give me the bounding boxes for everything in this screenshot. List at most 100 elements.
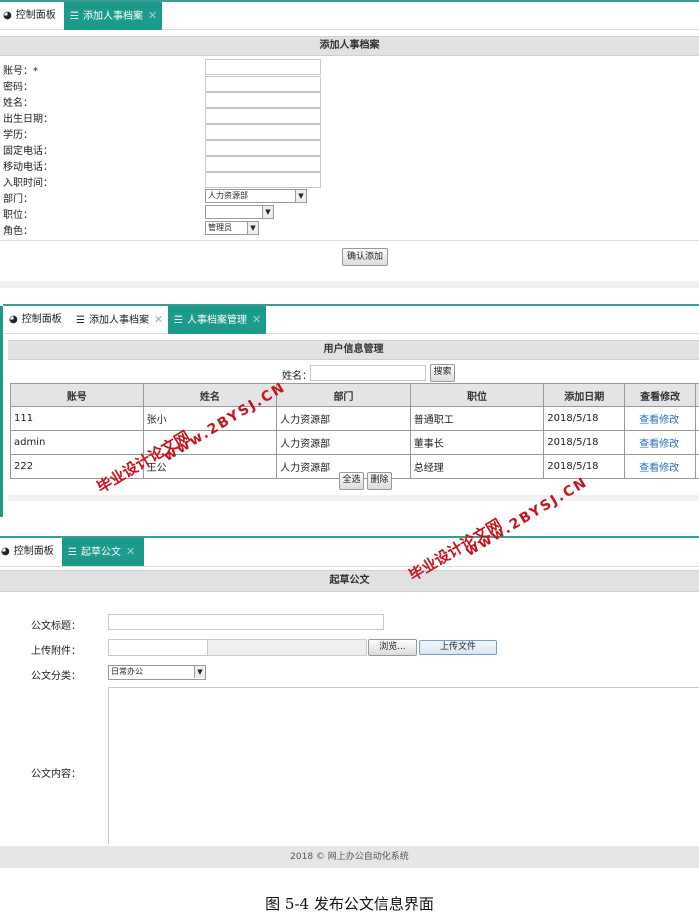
column-header: 查看修改 (624, 383, 696, 407)
select-all-button[interactable]: 全选 (339, 472, 364, 490)
panel1-header: 添加人事档案 (0, 36, 699, 56)
delete-button[interactable]: 删除 (367, 472, 392, 490)
search-label: 姓名： (282, 371, 312, 382)
hire-input[interactable] (205, 172, 321, 188)
account-input[interactable] (205, 59, 321, 75)
tab-add-personnel-label: 添加人事档案 (88, 315, 149, 326)
list-icon: ☰ (76, 315, 85, 326)
role-label: 角色： (3, 226, 33, 237)
doc-title-label: 公文标题： (31, 621, 81, 632)
divider (0, 240, 699, 241)
table-row: 111 张小 人力资源部 普通职工 2018/5/18 查看修改 (10, 406, 699, 431)
confirm-add-button[interactable]: 确认添加 (342, 248, 388, 266)
list-icon: ☰ (68, 547, 77, 558)
panel2-header: 用户信息管理 (8, 340, 699, 360)
password-input[interactable] (205, 76, 321, 92)
view-edit-link[interactable]: 查看修改 (624, 406, 696, 431)
attachment-file-area (208, 639, 367, 656)
panel3-tabbar: ◕ 控制面板 ☰ 起草公文 ✕ (0, 536, 699, 567)
hire-label: 入职时间： (3, 178, 53, 189)
phone-input[interactable] (205, 140, 321, 156)
browse-button[interactable]: 浏览... (368, 639, 417, 656)
dept-label: 部门： (3, 194, 33, 205)
dashboard-icon: ◕ (3, 10, 12, 21)
account-label: 账号：* (3, 66, 38, 77)
tab-dashboard[interactable]: ◕ 控制面板 (1, 538, 54, 566)
close-icon[interactable]: ✕ (154, 313, 163, 326)
view-edit-link[interactable]: 查看修改 (624, 430, 696, 455)
cell-date: 2018/5/18 (543, 430, 626, 455)
tab-draft-document[interactable]: ☰ 起草公文 ✕ (62, 538, 144, 566)
cell-extra (695, 454, 699, 479)
list-icon: ☰ (174, 315, 183, 326)
category-label: 公文分类： (31, 671, 81, 682)
column-header: 添加日期 (543, 383, 626, 407)
tab-personnel-management[interactable]: ☰ 人事档案管理 ✕ (168, 306, 266, 334)
education-input[interactable] (205, 124, 321, 140)
position-label: 职位： (3, 210, 33, 221)
content-textarea[interactable] (108, 687, 699, 844)
column-header: 部门 (276, 383, 411, 407)
column-header: 账号 (10, 383, 144, 407)
doc-title-input[interactable] (108, 614, 384, 630)
name-label: 姓名： (3, 98, 33, 109)
dept-select[interactable]: 人力资源部 ▼ (205, 189, 307, 203)
education-label: 学历： (3, 130, 33, 141)
tab-draft-document-label: 起草公文 (80, 547, 121, 558)
close-icon[interactable]: ✕ (252, 313, 261, 326)
table-row: admin 人力资源部 董事长 2018/5/18 查看修改 (10, 430, 699, 455)
cell-position: 总经理 (409, 454, 545, 479)
panel1-tabbar: ◕ 控制面板 ☰ 添加人事档案 ✕ (0, 0, 699, 30)
cell-date: 2018/5/18 (543, 406, 626, 431)
tab-personnel-management-label: 人事档案管理 (186, 315, 247, 326)
cell-position: 董事长 (409, 430, 545, 455)
name-input[interactable] (205, 92, 321, 108)
attachment-label: 上传附件： (31, 646, 81, 657)
column-header-extra (695, 383, 699, 407)
category-select[interactable]: 日常办公 ▼ (108, 665, 206, 680)
phone-label: 固定电话： (3, 146, 53, 157)
tab-add-personnel[interactable]: ☰ 添加人事档案 ✕ (76, 306, 163, 334)
cell-account: 111 (10, 406, 144, 431)
upload-file-button[interactable]: 上传文件 (419, 640, 497, 655)
user-table: 账号 姓名 部门 职位 添加日期 查看修改 111 张小 人力资源部 普通职工 … (10, 383, 699, 479)
cell-date: 2018/5/18 (543, 454, 626, 479)
dashboard-icon: ◕ (1, 546, 10, 557)
cell-extra (695, 406, 699, 431)
cell-position: 普通职工 (409, 406, 545, 431)
chevron-down-icon: ▼ (262, 206, 273, 218)
left-accent-bar (0, 306, 3, 517)
close-icon[interactable]: ✕ (126, 545, 135, 558)
search-button[interactable]: 搜索 (430, 364, 455, 382)
column-header: 职位 (409, 383, 545, 407)
footer-copyright: 2018 © 网上办公自动化系统 (0, 846, 699, 868)
search-input[interactable] (310, 365, 426, 381)
panel3-header: 起草公文 (0, 570, 699, 592)
role-select[interactable]: 管理员 ▼ (205, 221, 259, 235)
mobile-input[interactable] (205, 156, 321, 172)
tab-add-personnel[interactable]: ☰ 添加人事档案 ✕ (64, 2, 162, 30)
cell-dept: 人力资源部 (276, 430, 411, 455)
birth-input[interactable] (205, 108, 321, 124)
tab-dashboard-label: 控制面板 (15, 10, 56, 21)
close-icon[interactable]: ✕ (148, 9, 157, 22)
content-label: 公文内容： (31, 769, 81, 780)
cell-dept: 人力资源部 (276, 406, 411, 431)
role-select-value: 管理员 (208, 223, 232, 232)
chevron-down-icon: ▼ (247, 222, 258, 234)
tab-dashboard[interactable]: ◕ 控制面板 (9, 306, 62, 334)
panel2-tabbar: ◕ 控制面板 ☰ 添加人事档案 ✕ ☰ 人事档案管理 ✕ (3, 304, 699, 334)
tab-dashboard[interactable]: ◕ 控制面板 (3, 2, 56, 30)
tab-dashboard-label: 控制面板 (13, 546, 54, 557)
chevron-down-icon: ▼ (295, 190, 306, 202)
position-select[interactable]: ▼ (205, 205, 274, 219)
section-gap (0, 281, 699, 288)
section-gap (8, 495, 699, 501)
view-edit-link[interactable]: 查看修改 (624, 454, 696, 479)
cell-extra (695, 430, 699, 455)
cell-account: admin (10, 430, 144, 455)
chevron-down-icon: ▼ (194, 666, 205, 678)
birth-label: 出生日期： (3, 114, 53, 125)
figure-caption: 图 5-4 发布公文信息界面 (265, 895, 434, 913)
tab-add-personnel-label: 添加人事档案 (82, 11, 143, 22)
